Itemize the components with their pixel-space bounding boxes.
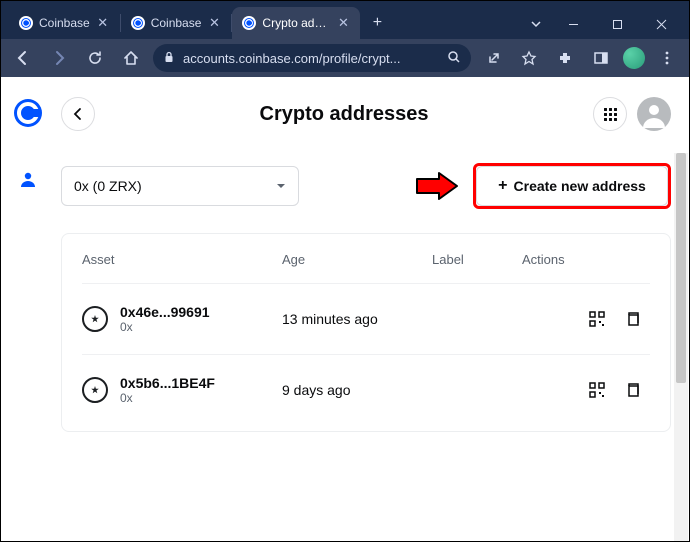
tab-title: Coinbase <box>39 16 90 30</box>
browser-toolbar: accounts.coinbase.com/profile/crypt... <box>1 39 689 77</box>
col-label: Label <box>432 252 522 267</box>
page-header: Crypto addresses <box>55 91 671 137</box>
close-window-button[interactable] <box>639 9 683 39</box>
table-header: Asset Age Label Actions <box>82 234 650 283</box>
url-text: accounts.coinbase.com/profile/crypt... <box>183 51 439 66</box>
tab-coinbase-2[interactable]: Coinbase ✕ <box>121 7 232 39</box>
apps-grid-button[interactable] <box>593 97 627 131</box>
extensions-button[interactable] <box>551 44 579 72</box>
tab-title: Coinbase <box>151 16 202 30</box>
address-hash: 0x46e...99691 <box>120 304 210 320</box>
copy-button[interactable] <box>624 310 642 328</box>
close-icon[interactable]: ✕ <box>96 16 110 30</box>
address-symbol: 0x <box>120 320 210 334</box>
zrx-token-icon <box>82 377 108 403</box>
reload-button[interactable] <box>81 44 109 72</box>
maximize-button[interactable] <box>595 9 639 39</box>
address-age: 9 days ago <box>282 382 432 398</box>
tab-title: Crypto addre <box>262 16 330 30</box>
sidebar-user-icon[interactable] <box>18 169 38 194</box>
address-hash: 0x5b6...1BE4F <box>120 375 215 391</box>
search-in-page-icon[interactable] <box>447 50 461 67</box>
caret-down-icon <box>276 178 286 194</box>
lock-icon <box>163 51 175 66</box>
table-row: 0x46e...99691 0x 13 minutes ago <box>82 283 650 354</box>
scrollbar-thumb[interactable] <box>676 153 686 383</box>
coinbase-favicon <box>19 16 33 30</box>
share-button[interactable] <box>479 44 507 72</box>
close-icon[interactable]: ✕ <box>336 16 350 30</box>
qr-code-button[interactable] <box>588 381 606 399</box>
scrollbar[interactable] <box>674 153 688 541</box>
tab-strip: Coinbase ✕ Coinbase ✕ Crypto addre ✕ + <box>1 7 521 39</box>
minimize-button[interactable] <box>551 9 595 39</box>
page-back-button[interactable] <box>61 97 95 131</box>
account-avatar-button[interactable] <box>637 97 671 131</box>
address-bar[interactable]: accounts.coinbase.com/profile/crypt... <box>153 44 471 72</box>
col-asset: Asset <box>82 252 282 267</box>
create-new-address-button[interactable]: + Create new address <box>476 166 668 206</box>
app-sidebar <box>1 77 55 541</box>
addresses-table: Asset Age Label Actions 0x46e...99691 0x… <box>61 233 671 432</box>
address-symbol: 0x <box>120 391 215 405</box>
table-row: 0x5b6...1BE4F 0x 9 days ago <box>82 354 650 425</box>
coinbase-favicon <box>131 16 145 30</box>
zrx-token-icon <box>82 306 108 332</box>
chrome-menu-button[interactable] <box>653 44 681 72</box>
dropdown-value: 0x (0 ZRX) <box>74 178 142 194</box>
page-content: Crypto addresses 0x (0 ZRX) <box>1 77 689 541</box>
qr-code-button[interactable] <box>588 310 606 328</box>
home-button[interactable] <box>117 44 145 72</box>
plus-icon: + <box>498 177 507 195</box>
tab-search-button[interactable] <box>521 9 551 39</box>
address-age: 13 minutes ago <box>282 311 432 327</box>
close-icon[interactable]: ✕ <box>207 16 221 30</box>
grid-icon <box>604 108 617 121</box>
bookmark-button[interactable] <box>515 44 543 72</box>
col-actions: Actions <box>522 252 650 267</box>
reading-list-button[interactable] <box>587 44 615 72</box>
new-tab-button[interactable]: + <box>364 10 390 36</box>
back-button[interactable] <box>9 44 37 72</box>
tab-crypto-addresses[interactable]: Crypto addre ✕ <box>232 7 360 39</box>
coinbase-logo[interactable] <box>14 99 42 127</box>
asset-dropdown[interactable]: 0x (0 ZRX) <box>61 166 299 206</box>
page-title: Crypto addresses <box>95 103 593 126</box>
copy-button[interactable] <box>624 381 642 399</box>
profile-avatar[interactable] <box>623 47 645 69</box>
window-controls <box>551 9 683 39</box>
controls-row: 0x (0 ZRX) + Create new address <box>61 163 671 209</box>
coinbase-favicon <box>242 16 256 30</box>
browser-titlebar: Coinbase ✕ Coinbase ✕ Crypto addre ✕ + <box>1 1 689 39</box>
create-address-highlight: + Create new address <box>473 163 671 209</box>
forward-button[interactable] <box>45 44 73 72</box>
create-label: Create new address <box>514 178 646 194</box>
main-panel: Crypto addresses 0x (0 ZRX) <box>55 77 689 541</box>
callout-arrow-icon <box>415 171 459 201</box>
tab-coinbase-1[interactable]: Coinbase ✕ <box>9 7 120 39</box>
col-age: Age <box>282 252 432 267</box>
